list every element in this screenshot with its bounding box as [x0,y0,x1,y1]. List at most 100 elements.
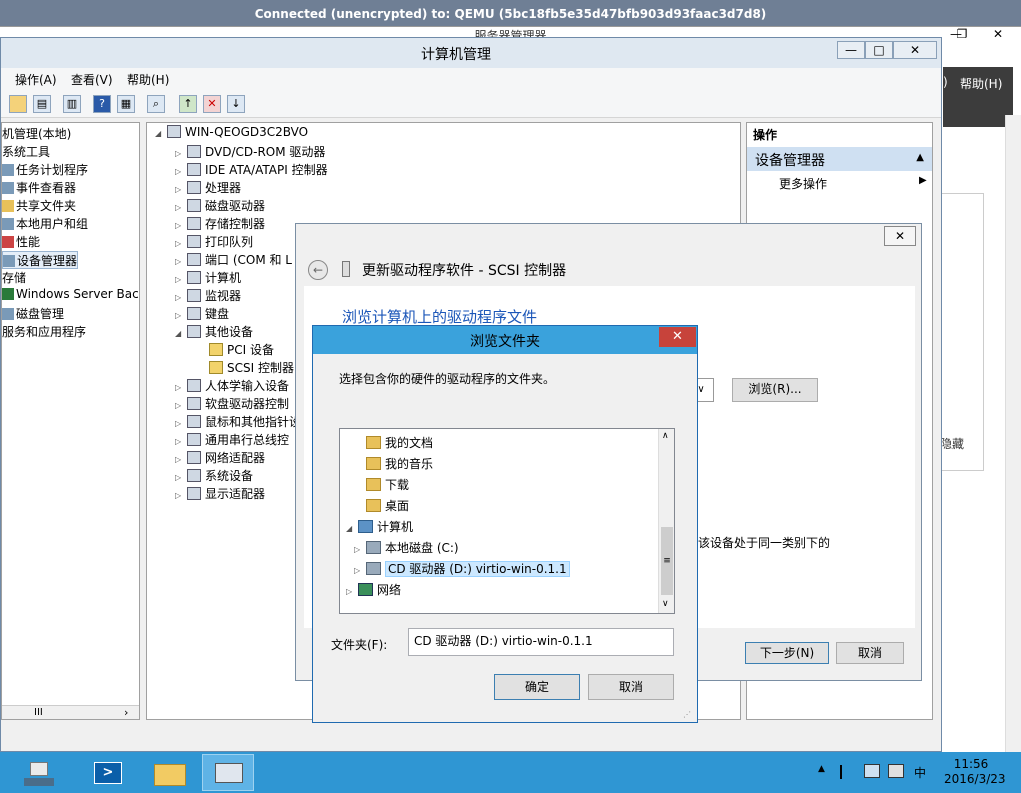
expanded-arrow-icon[interactable]: ◢ [175,329,185,338]
ok-button[interactable]: 确定 [494,674,580,700]
collapsed-arrow-icon[interactable]: ▷ [175,383,185,392]
browse-title-bar[interactable]: 浏览文件夹 ✕ [313,326,697,354]
collapsed-arrow-icon[interactable]: ▷ [175,311,185,320]
volume-muted-icon[interactable] [888,764,904,778]
menu-action[interactable]: 操作(A) [15,71,57,88]
tree-item-local-users[interactable]: 本地用户和组 [2,215,88,233]
collapsed-arrow-icon[interactable]: ▷ [175,239,185,248]
device-category[interactable]: ▷ 键盘 [175,305,229,323]
collapsed-arrow-icon[interactable]: ▷ [175,437,185,446]
device-category[interactable]: ▷ 存储控制器 [175,215,265,233]
cm-title-bar[interactable]: 计算机管理 — □ ✕ [1,38,941,68]
wizard-cancel-button[interactable]: 取消 [836,642,904,664]
resize-grip-icon[interactable]: ⋰ [683,710,691,719]
collapse-up-icon[interactable]: ▲ [916,152,924,163]
menu-view[interactable]: 查看(V) [71,71,113,88]
collapsed-arrow-icon[interactable]: ▷ [175,491,185,500]
collapsed-arrow-icon[interactable]: ▷ [175,167,185,176]
device-category[interactable]: ▷ 磁盘驱动器 [175,197,265,215]
flag-icon[interactable] [840,765,852,779]
back-arrow-icon[interactable]: ← [308,260,328,280]
sm-scrollbar[interactable] [1005,115,1021,783]
collapsed-arrow-icon[interactable]: ▷ [175,401,185,410]
tree-item-shared-folders[interactable]: 共享文件夹 [2,197,76,215]
cm-minimize-button[interactable]: — [837,41,865,59]
cm-close-button[interactable]: ✕ [893,41,937,59]
server-manager-icon[interactable] [14,754,66,791]
device-category[interactable]: ▷ 处理器 [175,179,241,197]
collapsed-arrow-icon[interactable]: ▷ [175,185,185,194]
more-actions-link[interactable]: 更多操作 [779,175,827,192]
device-category[interactable]: ▷ DVD/CD-ROM 驱动器 [175,143,325,161]
folder-tree-item[interactable]: 桌面 [340,494,656,515]
device-category[interactable]: ▷ IDE ATA/ATAPI 控制器 [175,161,328,179]
up-folder-icon[interactable] [9,95,27,113]
collapsed-arrow-icon[interactable]: ▷ [175,149,185,158]
device-category[interactable]: PCI 设备 [197,341,274,359]
device-category[interactable]: SCSI 控制器 [197,359,294,377]
wizard-close-button[interactable]: ✕ [884,226,916,246]
panel-icon[interactable]: ▦ [117,95,135,113]
scroll-down-icon[interactable]: ∨ [662,599,669,609]
folder-tree-scrollbar[interactable]: ∧ ≡ ∨ [658,429,674,613]
collapsed-arrow-icon[interactable]: ▷ [175,293,185,302]
clock[interactable]: 11:56 2016/3/23 [944,757,1006,787]
tree-item-performance[interactable]: 性能 [2,233,40,251]
device-root[interactable]: ◢ WIN-QEOGD3C2BVO [155,125,308,143]
collapsed-arrow-icon[interactable]: ▷ [175,455,185,464]
scan-hardware-icon[interactable]: ⌕ [147,95,165,113]
computer-management-icon[interactable] [202,754,254,791]
expanded-arrow-icon[interactable]: ◢ [346,524,358,533]
scroll-thumb[interactable]: ≡ [661,527,673,595]
folder-tree-item[interactable]: 下载 [340,473,656,494]
powershell-icon[interactable]: > [82,754,134,791]
tree-item-storage[interactable]: 存储 [2,269,26,287]
ime-indicator[interactable]: 中 [914,764,926,781]
left-hscrollbar[interactable]: III › [2,705,139,719]
menu-help[interactable]: 帮助(H) [127,71,169,88]
browse-close-button[interactable]: ✕ [659,327,696,347]
collapsed-arrow-icon[interactable]: ▷ [175,419,185,428]
folder-tree-item[interactable]: ▷ 网络 [340,578,656,599]
network-status-icon[interactable] [864,764,880,778]
folder-tree-item[interactable]: ▷ 本地磁盘 (C:) [340,536,656,557]
collapsed-arrow-icon[interactable]: ▷ [346,587,358,596]
device-category[interactable]: ▷ 系统设备 [175,467,253,485]
file-explorer-icon[interactable] [144,754,196,791]
console-tree-icon[interactable]: ▤ [33,95,51,113]
collapsed-arrow-icon[interactable]: ▷ [175,203,185,212]
collapsed-arrow-icon[interactable]: ▷ [175,275,185,284]
collapsed-arrow-icon[interactable]: ▷ [175,257,185,266]
sm-hide-link[interactable]: 隐藏 [940,435,964,452]
disable-device-icon[interactable]: ↓ [227,95,245,113]
update-driver-icon[interactable]: ↑ [179,95,197,113]
folder-tree-item[interactable]: 我的文档 [340,431,656,452]
tree-item-disk-management[interactable]: 磁盘管理 [2,305,64,323]
folder-path-field[interactable]: CD 驱动器 (D:) virtio-win-0.1.1 [408,628,674,656]
tree-item-services-apps[interactable]: 服务和应用程序 [2,323,86,341]
device-category[interactable]: ▷ 通用串行总线控 [175,431,289,449]
device-category[interactable]: ▷ 打印队列 [175,233,253,251]
tree-item-task-scheduler[interactable]: 任务计划程序 [2,161,88,179]
folder-tree-item[interactable]: ◢ 计算机 [340,515,656,536]
tree-item-computer-mgmt[interactable]: 机管理(本地) [2,125,71,143]
uninstall-icon[interactable]: ✕ [203,95,221,113]
help-icon[interactable]: ? [93,95,111,113]
browse-button[interactable]: 浏览(R)... [732,378,818,402]
scroll-up-icon[interactable]: ∧ [662,431,669,441]
tree-item-device-manager[interactable]: 设备管理器 [2,251,78,269]
device-category[interactable]: ▷ 网络适配器 [175,449,265,467]
tree-item-windows-backup[interactable]: Windows Server Back [2,287,139,305]
device-category[interactable]: ▷ 鼠标和其他指针设 [175,413,301,431]
sm-close-button[interactable]: ✕ [986,27,1010,41]
collapsed-arrow-icon[interactable]: ▷ [354,545,366,554]
cm-maximize-button[interactable]: □ [865,41,893,59]
scroll-right-icon[interactable]: › [124,706,128,719]
device-category[interactable]: ▷ 计算机 [175,269,241,287]
device-category[interactable]: ▷ 软盘驱动器控制 [175,395,289,413]
sm-help-menu[interactable]: 帮助(H) [960,75,1002,92]
tree-item-event-viewer[interactable]: 事件查看器 [2,179,76,197]
collapsed-arrow-icon[interactable]: ▷ [175,221,185,230]
sm-restore-button[interactable]: ❐ [950,27,974,41]
folder-tree-item[interactable]: ▷ CD 驱动器 (D:) virtio-win-0.1.1 [340,557,656,578]
